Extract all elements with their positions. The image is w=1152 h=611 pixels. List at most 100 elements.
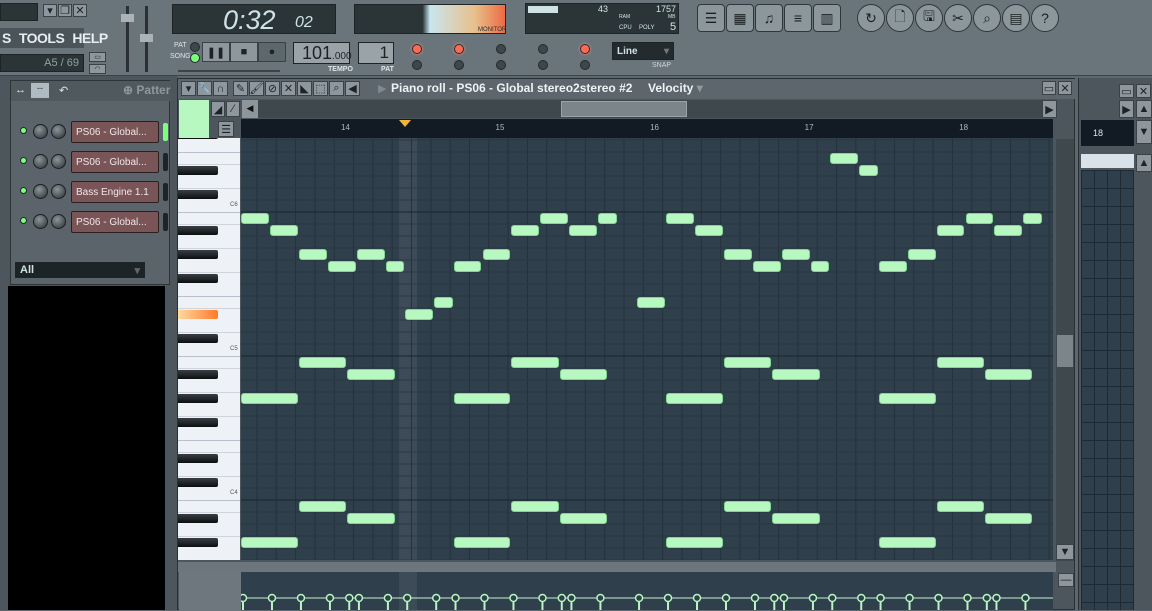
undo-icon[interactable]: ↻ <box>857 4 885 32</box>
note[interactable] <box>327 261 356 272</box>
save-icon[interactable]: 🖫 <box>915 4 943 32</box>
select-icon[interactable]: ⬚ <box>313 81 328 96</box>
note[interactable] <box>385 261 405 272</box>
note[interactable] <box>559 369 608 380</box>
note[interactable] <box>453 537 511 548</box>
channel-button[interactable]: Bass Engine 1.1 <box>71 181 159 203</box>
mute-icon[interactable]: ✕ <box>281 81 296 96</box>
tempo-display[interactable]: 101.000 <box>293 42 352 64</box>
channel-mute-led[interactable] <box>20 217 27 224</box>
menu-item-help[interactable]: HELP <box>72 30 108 46</box>
black-key[interactable] <box>178 514 218 523</box>
note[interactable] <box>598 213 617 224</box>
target-selector[interactable]: Velocity ▾ <box>648 81 703 95</box>
note[interactable] <box>453 393 511 404</box>
song-time-display[interactable]: 0:32 02 <box>172 4 336 35</box>
scroll-left-button[interactable]: ◀ <box>242 100 258 118</box>
note[interactable] <box>724 249 752 260</box>
loop-record-led[interactable] <box>580 44 590 54</box>
note[interactable] <box>936 357 984 368</box>
note[interactable] <box>810 261 830 272</box>
close-button[interactable]: ✕ <box>73 4 87 17</box>
metronome-led[interactable] <box>412 60 422 70</box>
piano-roll-title[interactable]: Piano roll - PS06 - Global stereo2stereo… <box>391 81 632 95</box>
note[interactable] <box>298 249 327 260</box>
channel-pan-knob[interactable] <box>33 184 48 199</box>
black-key[interactable] <box>178 310 218 319</box>
note[interactable] <box>482 249 511 260</box>
blend-notes-led[interactable] <box>496 60 506 70</box>
black-key[interactable] <box>178 226 218 235</box>
channel-filter-select[interactable]: All ▾ <box>15 262 145 278</box>
slice-icon[interactable]: ◣ <box>297 81 312 96</box>
channel-mute-led[interactable] <box>20 157 27 164</box>
note[interactable] <box>936 501 984 512</box>
channel-mute-led[interactable] <box>20 187 27 194</box>
notes-icon[interactable]: ▤ <box>1002 4 1030 32</box>
black-key[interactable] <box>178 454 218 463</box>
black-key[interactable] <box>178 394 218 403</box>
song-mode-led[interactable] <box>190 53 200 63</box>
black-key[interactable] <box>178 334 218 343</box>
playlist-scroll-down-button[interactable]: ▼ <box>1136 120 1152 144</box>
playlist-vscroll-up[interactable]: ▲ <box>1136 154 1152 172</box>
note[interactable] <box>347 513 395 524</box>
search-icon[interactable]: ⌕ <box>973 4 1001 32</box>
note[interactable] <box>666 537 723 548</box>
black-key[interactable] <box>178 190 218 199</box>
note[interactable] <box>984 369 1033 380</box>
new-project-icon[interactable]: 🗋 <box>886 4 914 32</box>
channel-volume-knob[interactable] <box>51 154 66 169</box>
note[interactable] <box>666 393 723 404</box>
note[interactable] <box>994 225 1023 236</box>
playlist-grid[interactable] <box>1081 170 1134 610</box>
pitch-meter-button[interactable]: ◠ <box>89 64 106 74</box>
black-key[interactable] <box>178 418 218 427</box>
cut-icon[interactable]: ✂ <box>944 4 972 32</box>
menu-item-tools[interactable]: TOOLS <box>19 30 65 46</box>
step-sequencer-icon[interactable]: ▦ <box>726 4 754 32</box>
channel-pan-knob[interactable] <box>33 154 48 169</box>
note[interactable] <box>781 249 810 260</box>
time-ruler[interactable]: 14 15 16 17 18 <box>241 119 1053 138</box>
channel-volume-knob[interactable] <box>51 124 66 139</box>
note[interactable] <box>984 513 1033 524</box>
delete-icon[interactable]: ⊘ <box>265 81 280 96</box>
velocity-pane[interactable] <box>241 572 1053 610</box>
mixer-icon[interactable]: ▥ <box>813 4 841 32</box>
note[interactable] <box>453 261 482 272</box>
undo-icon[interactable]: ↶ <box>59 84 68 97</box>
pat-mode-led[interactable] <box>190 42 200 52</box>
black-key[interactable] <box>178 138 218 139</box>
black-key[interactable] <box>178 478 218 487</box>
note[interactable] <box>637 297 666 308</box>
slide-tool-icon[interactable]: ◢ <box>211 101 225 117</box>
black-key[interactable] <box>178 274 218 283</box>
channel-mute-led[interactable] <box>20 127 27 134</box>
maximize-button[interactable]: ▭ <box>1042 81 1056 95</box>
snap-select[interactable]: Line ▾ <box>612 42 674 60</box>
playlist-play-button[interactable]: ▶ <box>1119 100 1134 118</box>
note[interactable] <box>724 501 772 512</box>
resize-icon[interactable]: ↔ <box>15 84 26 96</box>
master-pitch-slider[interactable] <box>140 6 153 72</box>
note[interactable] <box>511 501 559 512</box>
black-key[interactable] <box>178 250 218 259</box>
event-menu-button[interactable]: — <box>1058 573 1074 587</box>
keyboard-icon[interactable]: ☰ <box>218 121 234 137</box>
playhead-marker[interactable] <box>399 120 411 127</box>
browser-icon[interactable]: ≡ <box>784 4 812 32</box>
swing-button[interactable]: -- <box>31 83 49 98</box>
note[interactable] <box>569 225 598 236</box>
note[interactable] <box>772 513 820 524</box>
channel-volume-knob[interactable] <box>51 214 66 229</box>
close-button[interactable]: ✕ <box>1058 81 1072 95</box>
channel-select-indicator[interactable] <box>163 123 168 141</box>
note[interactable] <box>434 297 453 308</box>
channel-select-indicator[interactable] <box>163 153 168 171</box>
piano-keyboard[interactable]: C6 C5 C4 <box>178 138 240 560</box>
snap-meter-button[interactable]: ▭ <box>89 52 106 62</box>
note[interactable] <box>241 537 298 548</box>
note[interactable] <box>878 261 907 272</box>
typing-keyboard-led[interactable] <box>412 44 422 54</box>
